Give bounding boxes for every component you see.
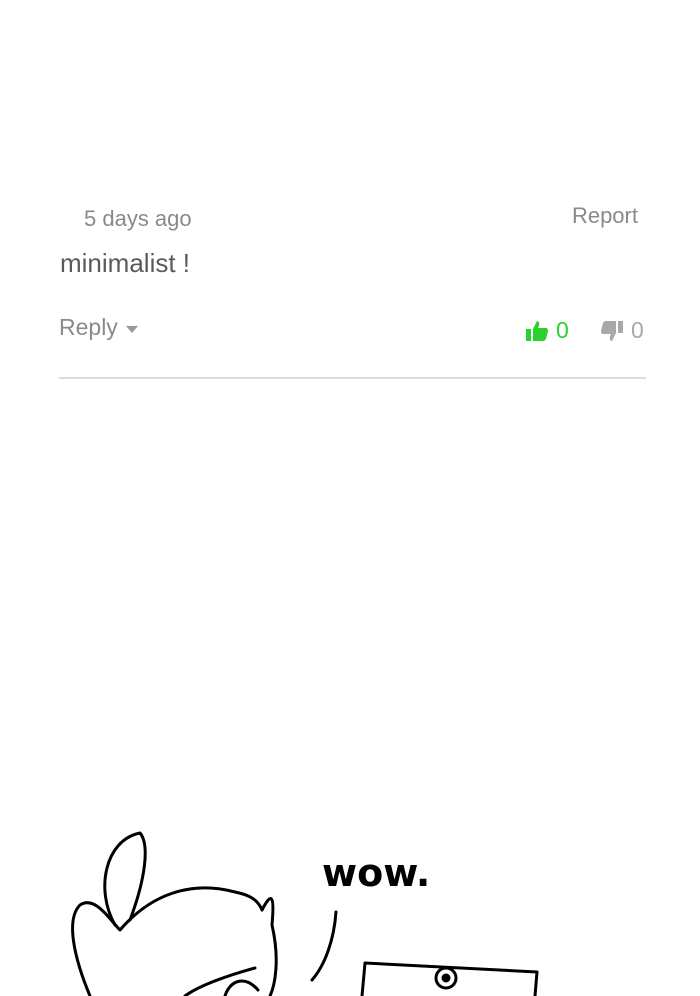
dislike-button[interactable]: 0 (600, 317, 644, 344)
dislike-count: 0 (631, 317, 644, 343)
comment-body: minimalist ! (60, 248, 191, 278)
speech-text: wow. (322, 851, 430, 895)
like-count: 0 (556, 317, 569, 343)
character-ear-right (260, 897, 278, 996)
character-head (71, 886, 264, 996)
comment-timestamp: 5 days ago (84, 206, 192, 231)
reply-button[interactable]: Reply (59, 314, 138, 341)
report-link[interactable]: Report (572, 203, 638, 229)
speech-tail (310, 910, 338, 982)
comment-divider (59, 377, 646, 379)
thumbs-up-icon (526, 320, 548, 341)
comic-drawing: wow. (71, 831, 539, 996)
caret-down-icon (125, 325, 138, 333)
thumbs-down-icon (601, 320, 623, 341)
character-eye (223, 979, 260, 996)
comment-card: 5 days ago Report minimalist ! Reply 0 0 (0, 0, 700, 380)
reply-label: Reply (59, 314, 118, 340)
phone-camera-lens (441, 973, 451, 983)
like-button[interactable]: 0 (525, 317, 569, 344)
